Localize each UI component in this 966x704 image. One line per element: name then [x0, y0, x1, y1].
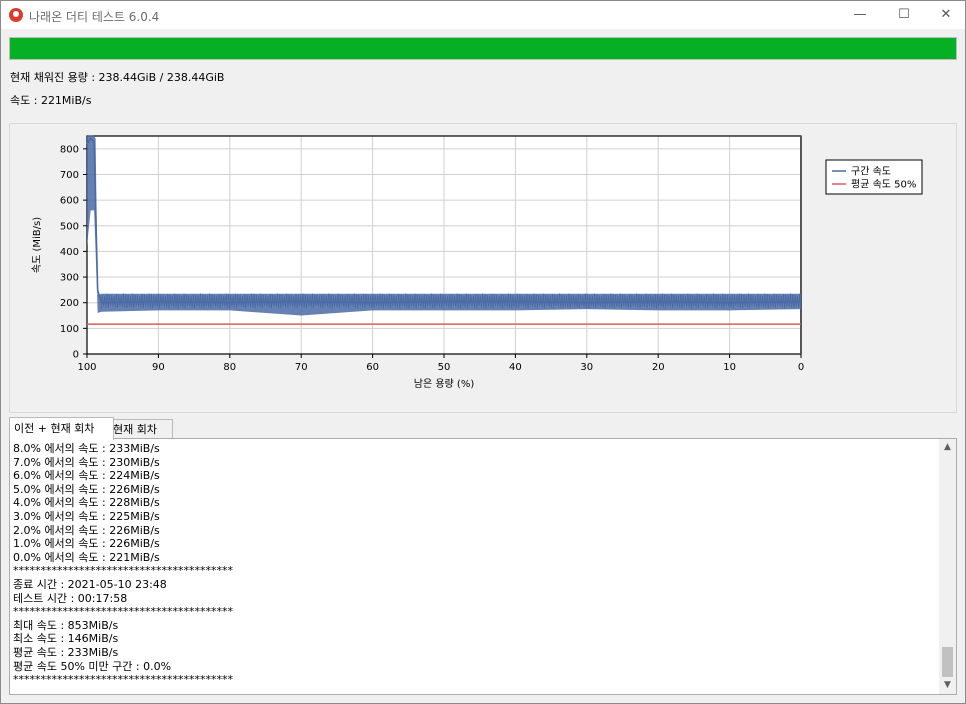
x-tick-label: 70: [295, 362, 308, 373]
log-line: 최대 속도 : 853MiB/s: [13, 618, 119, 632]
log-line: 종료 시간 : 2021-05-10 23:48: [13, 577, 167, 591]
y-tick-label: 400: [60, 247, 79, 258]
progress-fill: [10, 38, 956, 59]
capacity-status: 현재 채워진 용량 : 238.44GiB / 238.44GiB: [10, 71, 225, 84]
log-line: ****************************************: [13, 605, 233, 619]
title-bar[interactable]: 나래온 더티 테스트 6.0.4 — ☐ ✕: [1, 1, 965, 29]
scroll-up-icon[interactable]: ▲: [939, 439, 956, 456]
x-tick-label: 100: [77, 362, 96, 373]
log-line: 테스트 시간 : 00:17:58: [13, 591, 128, 605]
log-scrollbar[interactable]: ▲ ▼: [939, 439, 956, 694]
log-line: 4.0% 에서의 속도 : 228MiB/s: [13, 496, 160, 510]
x-tick-label: 50: [438, 362, 451, 373]
minimize-button[interactable]: —: [837, 1, 883, 29]
log-line: 7.0% 에서의 속도 : 230MiB/s: [13, 455, 160, 469]
y-tick-label: 300: [60, 273, 79, 284]
app-window: 나래온 더티 테스트 6.0.4 — ☐ ✕ 현재 채워진 용량 : 238.4…: [0, 0, 966, 704]
log-line: 5.0% 에서의 속도 : 226MiB/s: [13, 482, 160, 496]
log-line: 최소 속도 : 146MiB/s: [13, 632, 119, 646]
x-axis-label: 남은 용량 (%): [414, 378, 475, 390]
y-axis-label: 속도 (MiB/s): [31, 217, 43, 273]
tab-current-round[interactable]: 현재 회차: [108, 419, 173, 439]
log-line: 평균 속도 50% 미만 구간 : 0.0%: [13, 659, 172, 673]
speed-status: 속도 : 221MiB/s: [10, 94, 92, 107]
legend-label: 구간 속도: [851, 166, 891, 178]
window-title: 나래온 더티 테스트 6.0.4: [29, 10, 160, 24]
close-button[interactable]: ✕: [923, 1, 966, 29]
log-line: 6.0% 에서의 속도 : 224MiB/s: [13, 469, 160, 483]
x-tick-label: 90: [152, 362, 165, 373]
y-tick-label: 600: [60, 196, 79, 207]
tab-all-rounds[interactable]: 이전 + 현재 회차: [9, 417, 114, 440]
log-line: 3.0% 에서의 속도 : 225MiB/s: [13, 509, 160, 523]
progress-bar: [9, 37, 957, 60]
log-lines: 8.0% 에서의 속도 : 233MiB/s 7.0% 에서의 속도 : 230M…: [13, 442, 233, 687]
x-tick-label: 30: [580, 362, 593, 373]
speed-chart-panel: 100 90 80 70 60 50 40 30 20 10 0 0 100 200 300 400 500 60…: [9, 123, 957, 413]
log-line: 8.0% 에서의 속도 : 233MiB/s: [13, 442, 160, 455]
y-tick-label: 800: [60, 144, 79, 155]
y-tick-label: 700: [60, 170, 79, 181]
log-textbox[interactable]: 8.0% 에서의 속도 : 233MiB/s 7.0% 에서의 속도 : 230M…: [9, 438, 957, 695]
scroll-thumb[interactable]: [942, 647, 953, 677]
log-line: 2.0% 에서의 속도 : 226MiB/s: [13, 523, 160, 537]
y-tick-label: 500: [60, 221, 79, 232]
maximize-button[interactable]: ☐: [881, 1, 927, 29]
log-line: 평균 속도 : 233MiB/s: [13, 645, 119, 659]
x-tick-label: 40: [509, 362, 522, 373]
log-line: 0.0% 에서의 속도 : 221MiB/s: [13, 550, 160, 564]
legend-label: 평균 속도 50%: [851, 179, 916, 191]
scroll-down-icon[interactable]: ▼: [939, 677, 956, 694]
y-tick-label: 200: [60, 298, 79, 309]
x-tick-label: 80: [223, 362, 236, 373]
x-tick-label: 20: [652, 362, 665, 373]
log-line: ****************************************: [13, 564, 233, 578]
app-logo-icon: [9, 8, 23, 22]
log-line: 1.0% 에서의 속도 : 226MiB/s: [13, 537, 160, 551]
x-tick-label: 60: [366, 362, 379, 373]
y-tick-label: 0: [73, 350, 79, 361]
log-line: ****************************************: [13, 673, 233, 687]
y-tick-label: 100: [60, 324, 79, 335]
x-tick-label: 0: [798, 362, 804, 373]
x-tick-label: 10: [723, 362, 736, 373]
speed-chart: 100 90 80 70 60 50 40 30 20 10 0010020030040050060…: [31, 135, 923, 390]
